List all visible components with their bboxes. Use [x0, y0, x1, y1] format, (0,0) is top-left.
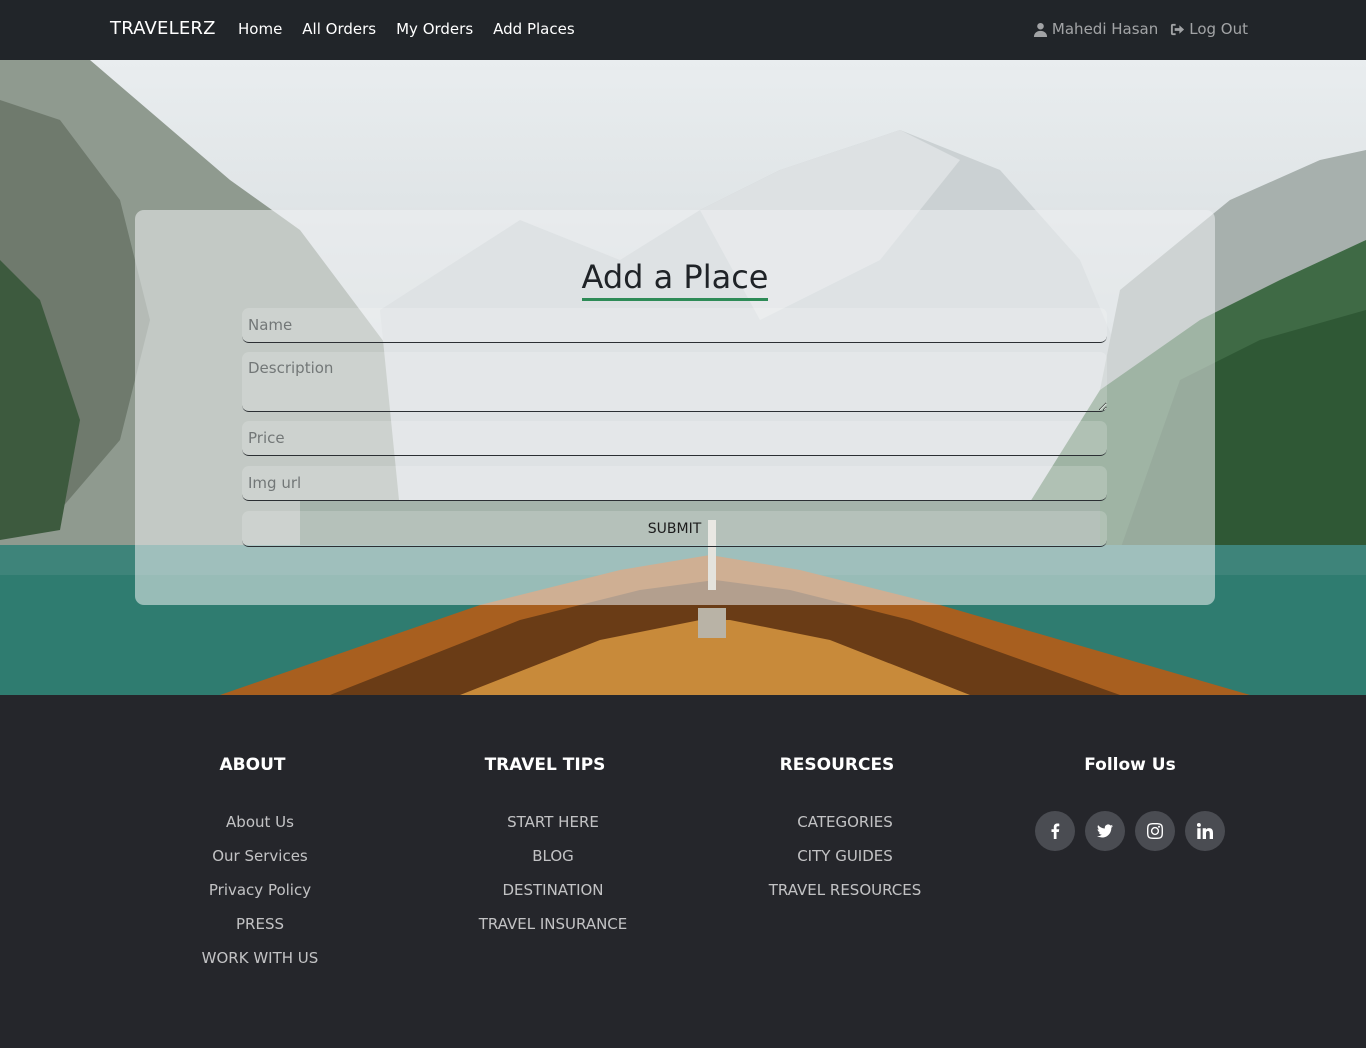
hero-section: Add a Place SUBMIT: [0, 60, 1366, 695]
footer-link-our-services[interactable]: Our Services: [185, 847, 335, 881]
user-name: Mahedi Hasan: [1051, 20, 1159, 38]
footer-link-travel-insurance[interactable]: TRAVEL INSURANCE: [463, 915, 643, 949]
footer-link-start-here[interactable]: START HERE: [463, 813, 643, 847]
nav-link-my-orders[interactable]: My Orders: [396, 20, 473, 38]
price-input[interactable]: [242, 421, 1107, 456]
facebook-link[interactable]: [1035, 811, 1075, 851]
nav-link-add-places[interactable]: Add Places: [493, 20, 575, 38]
navbar: TRAVELERZ Home All Orders My Orders Add …: [0, 0, 1366, 60]
nav-link-all-orders[interactable]: All Orders: [302, 20, 376, 38]
logout-label: Log Out: [1189, 20, 1248, 38]
footer-about-title: ABOUT: [219, 755, 286, 775]
footer-link-work-with-us[interactable]: WORK WITH US: [185, 949, 335, 983]
footer-resources-title: RESOURCES: [779, 755, 895, 775]
linkedin-icon: [1197, 823, 1213, 839]
footer-follow-title: Follow Us: [1084, 755, 1176, 775]
footer-link-about-us[interactable]: About Us: [185, 813, 335, 847]
twitter-link[interactable]: [1085, 811, 1125, 851]
logout-button[interactable]: Log Out: [1170, 20, 1248, 38]
footer-resources: RESOURCES CATEGORIES CITY GUIDES TRAVEL …: [755, 755, 935, 915]
social-links: [1016, 811, 1244, 851]
footer-link-blog[interactable]: BLOG: [463, 847, 643, 881]
form-title: Add a Place: [135, 258, 1215, 301]
instagram-link[interactable]: [1135, 811, 1175, 851]
footer-follow-us: Follow Us: [1016, 755, 1244, 851]
footer-link-destination[interactable]: DESTINATION: [463, 881, 643, 915]
footer-tips-title: TRAVEL TIPS: [484, 755, 606, 775]
footer-link-city-guides[interactable]: CITY GUIDES: [755, 847, 935, 881]
twitter-icon: [1097, 824, 1113, 838]
add-place-form-card: Add a Place SUBMIT: [135, 210, 1215, 605]
footer: ABOUT About Us Our Services Privacy Poli…: [0, 695, 1366, 1048]
submit-button[interactable]: SUBMIT: [242, 511, 1107, 547]
instagram-icon: [1147, 823, 1163, 839]
description-input[interactable]: [242, 352, 1107, 412]
footer-link-press[interactable]: PRESS: [185, 915, 335, 949]
logout-icon: [1171, 23, 1185, 35]
footer-about: ABOUT About Us Our Services Privacy Poli…: [185, 755, 335, 983]
footer-link-categories[interactable]: CATEGORIES: [755, 813, 935, 847]
name-input[interactable]: [242, 308, 1107, 343]
nav-links: Home All Orders My Orders Add Places: [238, 20, 575, 38]
img-url-input[interactable]: [242, 466, 1107, 501]
footer-travel-tips: TRAVEL TIPS START HERE BLOG DESTINATION …: [463, 755, 643, 949]
nav-link-home[interactable]: Home: [238, 20, 282, 38]
linkedin-link[interactable]: [1185, 811, 1225, 851]
footer-link-travel-resources[interactable]: TRAVEL RESOURCES: [755, 881, 935, 915]
user-profile[interactable]: Mahedi Hasan: [1033, 20, 1158, 38]
form-title-text: Add a Place: [581, 258, 769, 301]
footer-link-privacy-policy[interactable]: Privacy Policy: [185, 881, 335, 915]
nav-user-area: Mahedi Hasan Log Out: [1033, 20, 1248, 38]
user-icon: [1033, 22, 1047, 37]
brand-logo[interactable]: TRAVELERZ: [110, 18, 216, 39]
facebook-icon: [1051, 823, 1060, 839]
